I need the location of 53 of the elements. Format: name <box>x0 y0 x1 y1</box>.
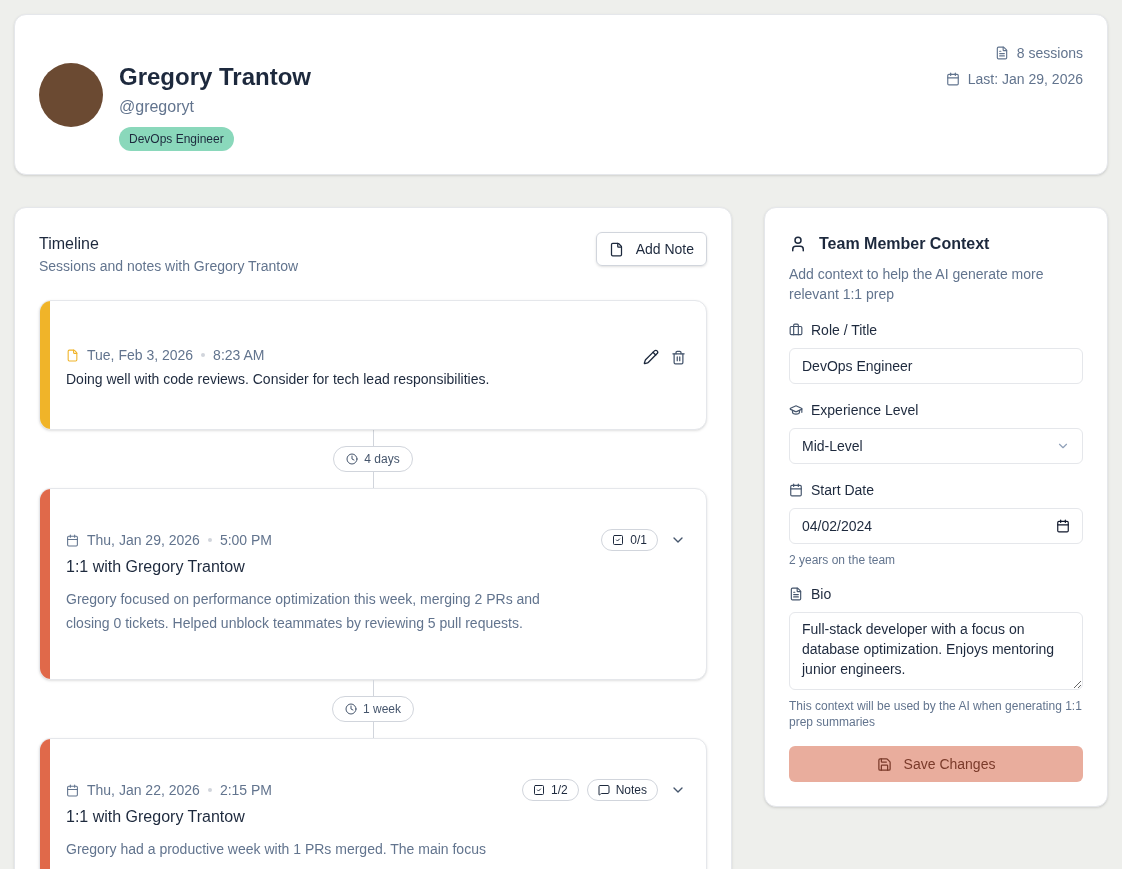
context-description: Add context to help the AI generate more relevant 1:1 prep <box>789 265 1045 304</box>
delete-button[interactable] <box>671 349 686 365</box>
session-title: 1:1 with Gregory Trantow <box>66 807 246 827</box>
role-input[interactable]: DevOps Engineer <box>789 348 1083 384</box>
calendar-icon <box>1056 519 1070 533</box>
session-summary: Gregory had a productive week with 1 PRs merged. The main focus <box>66 840 487 859</box>
timeline-subtitle: Sessions and notes with Gregory Trantow <box>39 257 299 276</box>
graduation-cap-icon <box>789 403 803 417</box>
note-text: Doing well with code reviews. Consider for tech lead responsibilities. <box>66 370 491 389</box>
start-date-input[interactable]: 04/02/2024 <box>789 508 1083 544</box>
note-time: 8:23 AM <box>213 346 265 365</box>
session-title: 1:1 with Gregory Trantow <box>66 557 246 577</box>
session-date: Thu, Jan 22, 2026 <box>87 781 200 800</box>
context-footnote: This context will be used by the AI when generating 1:1 prep summaries <box>789 698 1083 730</box>
field-label: Role / Title <box>811 321 878 340</box>
edit-button[interactable] <box>643 349 659 365</box>
profile-name: Gregory Trantow <box>119 63 312 91</box>
context-title: Team Member Context <box>819 234 990 254</box>
calendar-icon <box>66 533 79 547</box>
timeline-title: Timeline <box>39 234 100 254</box>
role-badge: DevOps Engineer <box>119 127 234 151</box>
session-time: 2:15 PM <box>219 781 272 800</box>
trash-icon <box>671 349 686 365</box>
checkbox-icon <box>532 784 545 796</box>
document-icon <box>994 46 1009 60</box>
bio-textarea[interactable]: Full-stack developer with a focus on database optimization. Enjoys mentoring junior engineers. <box>789 612 1083 690</box>
note-icon <box>66 348 79 362</box>
save-icon <box>876 756 892 772</box>
profile-handle: @gregoryt <box>119 97 194 117</box>
tenure-hint: 2 years on the team <box>789 552 897 568</box>
session-count: 8 sessions <box>1016 44 1083 63</box>
session-time: 5:00 PM <box>219 531 272 550</box>
file-icon <box>608 241 624 257</box>
calendar-icon <box>945 72 960 86</box>
field-label: Experience Level <box>811 401 919 420</box>
pencil-icon <box>643 349 659 365</box>
checkbox-icon <box>612 534 625 546</box>
session-summary: Gregory focused on performance optimization this week, merging 2 PRs and closing 0 tickets. Helped unblock teammates by reviewing 5 pull requests. <box>66 590 541 633</box>
field-label: Start Date <box>811 481 875 500</box>
briefcase-icon <box>789 323 803 337</box>
speech-bubble-icon <box>597 784 610 796</box>
calendar-icon <box>66 783 79 797</box>
experience-select[interactable]: Mid-Level <box>789 428 1083 464</box>
user-icon <box>789 235 807 253</box>
last-session-date: Last: Jan 29, 2026 <box>967 70 1083 89</box>
calendar-icon <box>789 483 803 497</box>
add-note-button[interactable]: Add Note <box>595 232 707 266</box>
clock-icon <box>345 703 357 715</box>
field-label: Bio <box>811 585 832 604</box>
note-date: Tue, Feb 3, 2026 <box>87 346 194 365</box>
session-date: Thu, Jan 29, 2026 <box>87 531 200 550</box>
clock-icon <box>346 453 359 465</box>
document-icon <box>789 587 803 601</box>
